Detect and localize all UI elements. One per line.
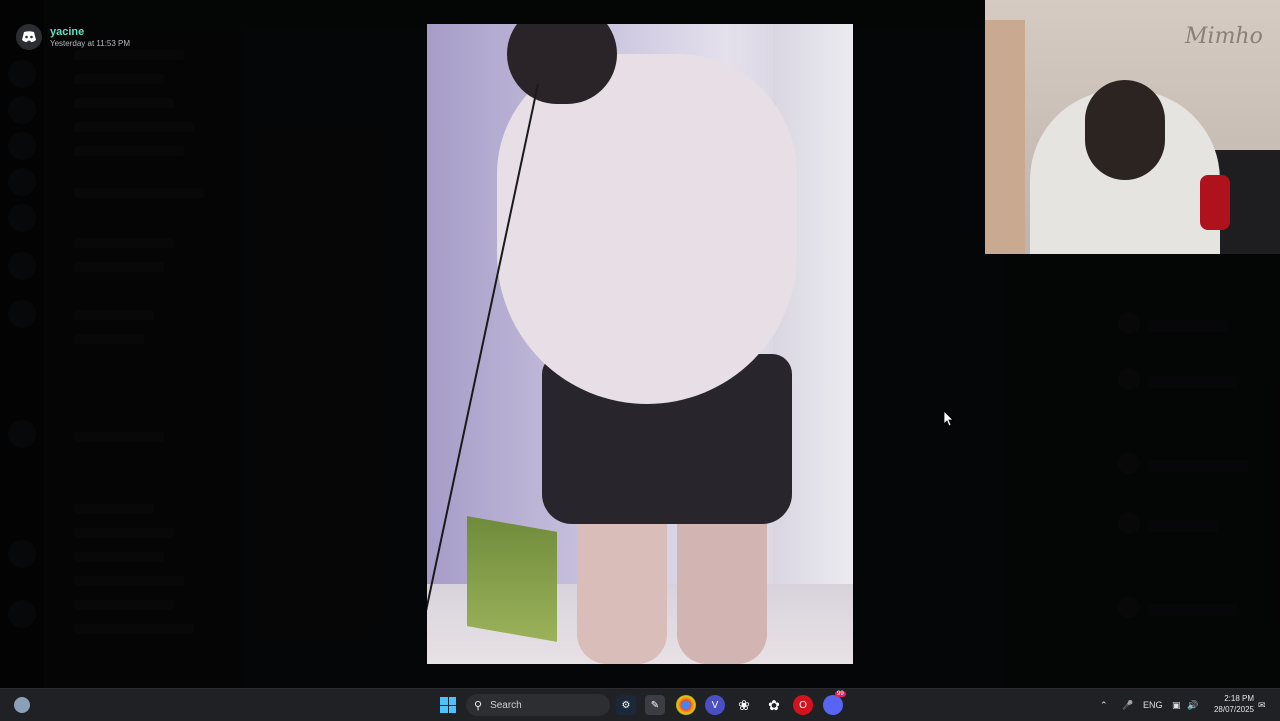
clock-time: 2:18 PM (1224, 694, 1254, 703)
network-icon[interactable]: ▣ (1172, 689, 1181, 721)
webcam-brand: Mimho (1185, 24, 1263, 49)
clock-date: 28/07/2025 (1213, 705, 1254, 714)
notification-bell-icon[interactable]: ✉ (1258, 689, 1266, 721)
windows-start-icon[interactable] (440, 697, 456, 713)
notepad-icon[interactable]: ✎ (645, 695, 665, 715)
search-icon: ⚲ (474, 699, 483, 712)
image-mat (467, 516, 557, 642)
vpn-icon[interactable]: V (705, 695, 725, 715)
image-author: yacine Yesterday at 11:53 PM (16, 24, 130, 50)
opera-icon[interactable]: O (793, 695, 813, 715)
webcam-head (1085, 80, 1165, 180)
language-indicator[interactable]: ENG (1143, 689, 1163, 721)
notification-badge: 99 (835, 691, 846, 697)
discord-icon (16, 24, 42, 50)
volume-icon[interactable]: 🔊 (1187, 689, 1198, 721)
search-label: Search (490, 699, 522, 711)
taskbar: ⚲ Search ⚙ ✎ V ❀ ✿ O 99 ⌃ 🎤 ENG ▣ 🔊 2:18… (0, 688, 1280, 721)
webcam-overlay: Mimho (985, 0, 1280, 254)
microphone-icon[interactable]: 🎤 (1122, 689, 1133, 721)
tray-chevron-icon[interactable]: ⌃ (1100, 689, 1108, 721)
image-wall (773, 24, 853, 664)
message-timestamp: Yesterday at 11:53 PM (50, 39, 131, 48)
image-shirt (497, 54, 797, 404)
weather-widget-icon[interactable] (14, 697, 30, 713)
discord-taskbar-icon[interactable]: 99 (823, 691, 846, 715)
webcam-door (985, 20, 1025, 254)
steam-icon[interactable]: ⚙ (616, 695, 636, 715)
mouse-pointer-icon (943, 410, 954, 432)
chrome-icon[interactable] (676, 695, 696, 715)
chatgpt-icon[interactable]: ❀ (734, 695, 754, 715)
app-icon[interactable]: ✿ (764, 695, 784, 715)
author-name[interactable]: yacine (50, 25, 130, 39)
image-viewer[interactable] (427, 24, 853, 664)
taskbar-clock[interactable]: 2:18 PM 28/07/2025 (1204, 693, 1254, 715)
taskbar-search[interactable]: ⚲ Search (466, 694, 610, 716)
webcam-microphone (1200, 175, 1230, 230)
